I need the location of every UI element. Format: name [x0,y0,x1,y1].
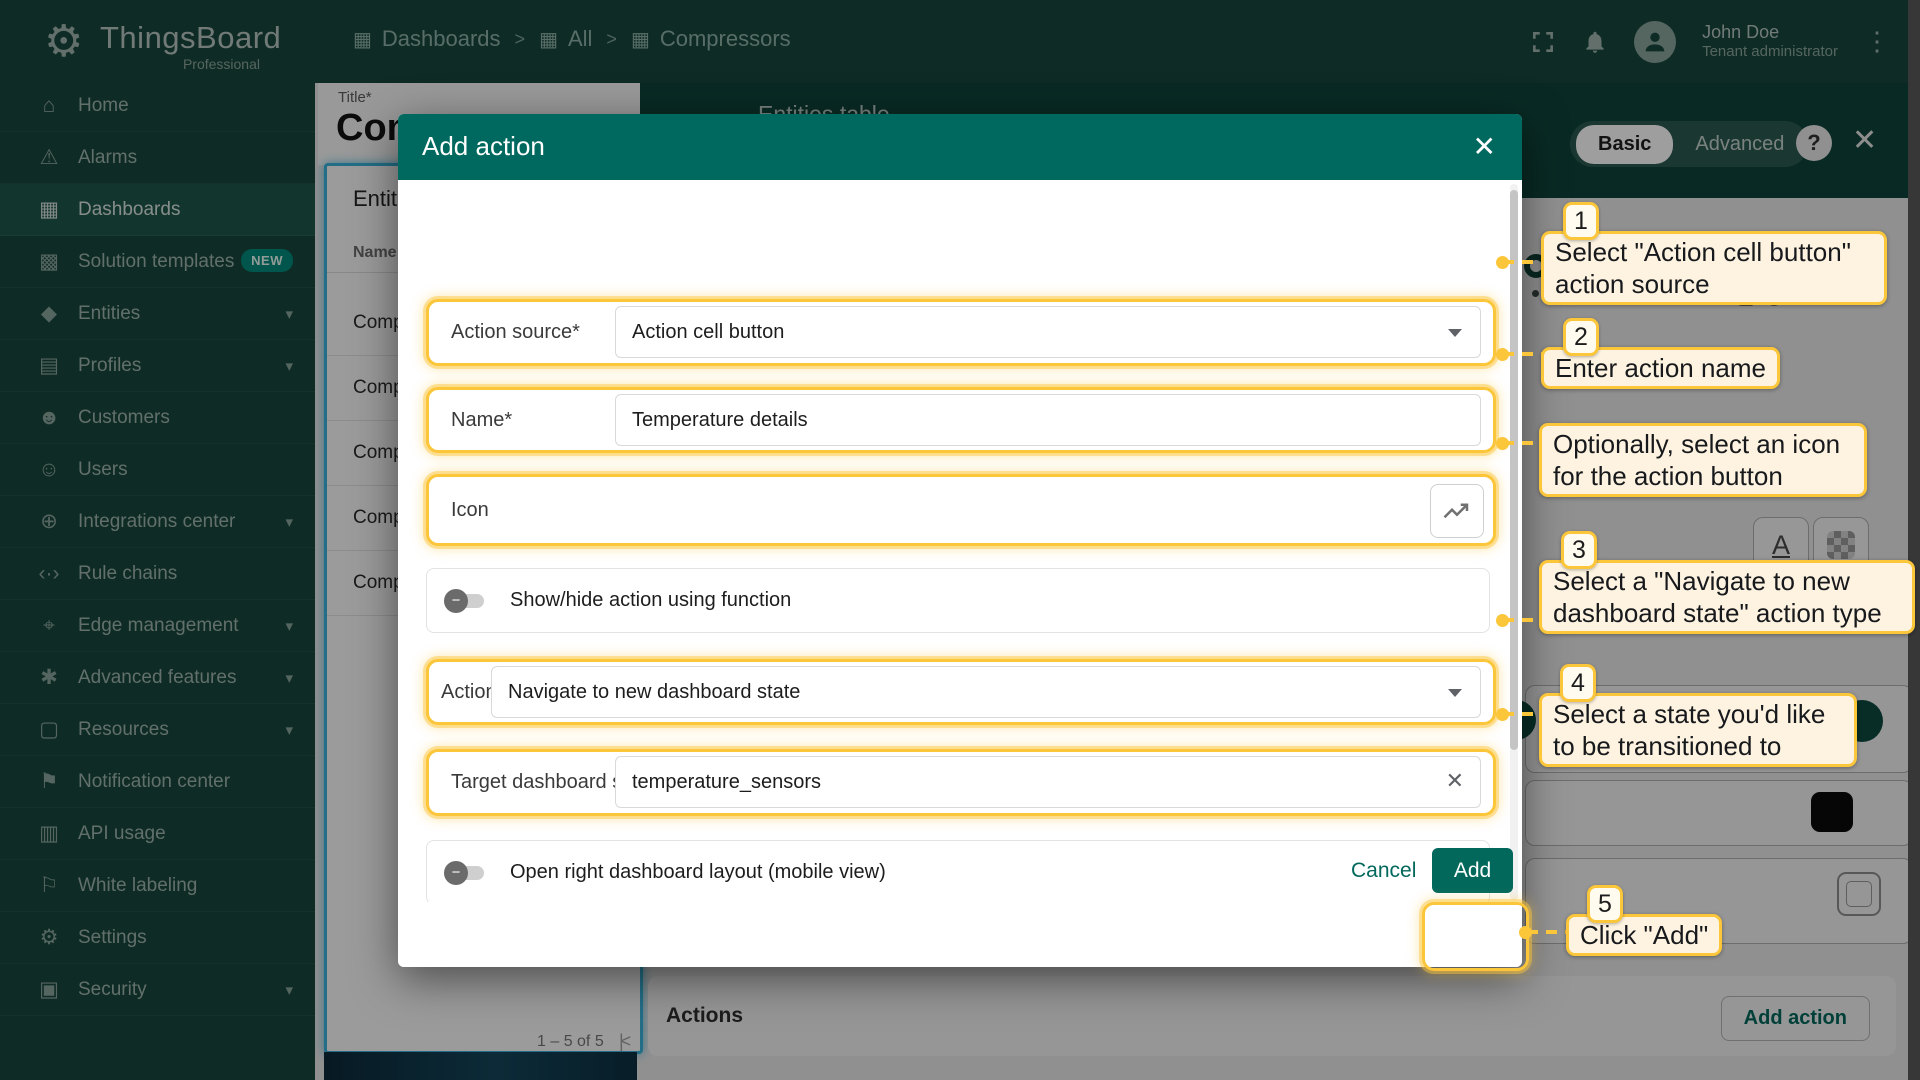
action-source-label: Action source* [451,321,580,344]
icon-picker-button[interactable] [1430,484,1484,538]
toggle-off-icon: − [444,861,468,885]
show-hide-toggle[interactable]: − [444,589,488,613]
add-action-dialog: Add action ✕ Action source* Action cell … [398,114,1522,967]
icon-row: Icon [426,474,1496,546]
add-button[interactable]: Add [1432,848,1513,893]
target-state-input[interactable]: temperature_sensors ✕ [615,756,1481,808]
annotation-step-1: Select "Action cell button" action sourc… [1541,231,1887,305]
action-source-row: Action source* Action cell button [426,299,1496,366]
dialog-header: Add action ✕ [398,114,1522,180]
app-window: ⚙ ThingsBoard Professional ⌂Home ⚠Alarms… [0,0,1920,1080]
connector-line [1503,260,1543,264]
annotation-step-3: Select a "Navigate to new dashboard stat… [1539,560,1915,634]
step-badge-2: 2 [1563,318,1599,356]
name-row: Name* Temperature details [426,387,1496,453]
step-badge-3: 3 [1561,531,1597,569]
connector-line [1503,712,1541,716]
action-type-label: Action [441,681,497,704]
action-source-select[interactable]: Action cell button [615,306,1481,358]
name-label: Name* [451,409,512,432]
open-right-layout-row: − Open right dashboard layout (mobile vi… [426,840,1490,902]
dialog-footer: Cancel Add [398,902,1522,967]
dialog-body: Action source* Action cell button Name* … [398,180,1522,902]
step-badge-4: 4 [1560,664,1596,702]
action-type-select[interactable]: Navigate to new dashboard state [491,666,1481,718]
connector-line [1527,930,1567,934]
trending-up-icon [1442,496,1472,526]
dropdown-arrow-icon [1448,689,1462,697]
clear-icon[interactable]: ✕ [1446,768,1464,794]
dialog-title: Add action [422,131,545,162]
step-badge-1: 1 [1563,202,1599,240]
annotation-step-4: Select a state you'd like to be transiti… [1539,693,1857,767]
connector-line [1503,618,1541,622]
show-hide-label: Show/hide action using function [510,589,791,612]
connector-line [1503,441,1541,445]
close-icon[interactable]: ✕ [1473,130,1496,163]
dialog-scrollbar[interactable] [1510,184,1518,900]
action-type-row: Action Navigate to new dashboard state [426,659,1496,725]
open-right-layout-toggle[interactable]: − [444,861,488,885]
step-badge-5: 5 [1587,885,1623,923]
annotation-icon-hint: Optionally, select an icon for the actio… [1539,423,1867,497]
name-input[interactable]: Temperature details [615,394,1481,446]
target-state-row: Target dashboard state* temperature_sens… [426,749,1496,816]
cancel-button[interactable]: Cancel [1345,858,1422,884]
open-right-layout-label: Open right dashboard layout (mobile view… [510,861,886,884]
connector-line [1503,352,1543,356]
dropdown-arrow-icon [1448,329,1462,337]
toggle-off-icon: − [444,589,468,613]
icon-label: Icon [451,499,489,522]
show-hide-row: − Show/hide action using function [426,568,1490,633]
